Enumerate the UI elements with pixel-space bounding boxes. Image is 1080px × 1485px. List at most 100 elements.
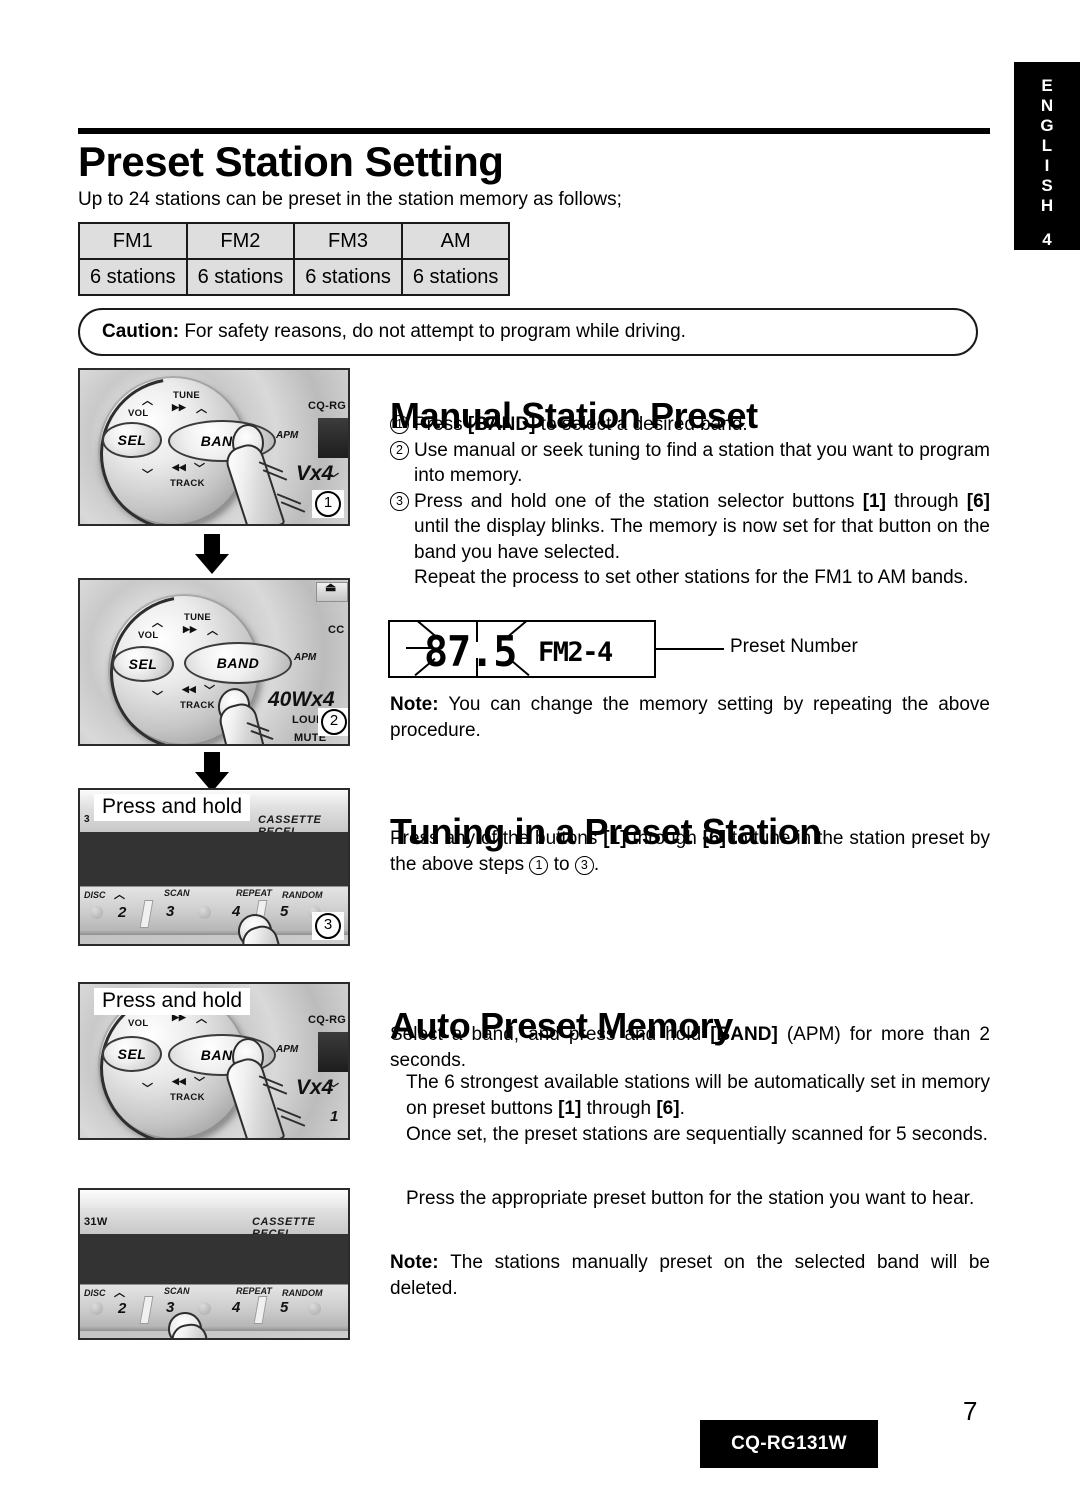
preset-button-3[interactable]: 3 <box>166 903 174 920</box>
band-button[interactable]: BAND <box>184 642 292 684</box>
preset-button-4[interactable]: 4 <box>232 903 240 920</box>
eject-icon: ⏏ <box>325 580 337 594</box>
table-cell: 6 stations <box>400 258 511 296</box>
vol-down-chevron-icon: ﹀ <box>152 691 163 703</box>
tune-up-chevron-icon: ︿ <box>207 625 218 637</box>
language-letter: L <box>1041 136 1053 155</box>
language-letter: E <box>1041 76 1053 95</box>
down-chevron-icon: ﹀ <box>328 473 339 485</box>
preset-button-dot[interactable] <box>308 1302 321 1315</box>
tune-up-chevron-icon: ︿ <box>196 403 207 415</box>
random-label: RANDOM <box>282 890 323 900</box>
callout-leader-line <box>656 648 724 650</box>
step-3: 3 Press and hold one of the station selec… <box>390 489 990 566</box>
title-rule <box>78 128 990 134</box>
lcd-band-preset: FM2-4 <box>538 637 613 668</box>
deck-bottom-rail <box>80 930 348 935</box>
step-1: 1 Press [BAND] to select a desired band. <box>390 412 990 438</box>
preset-button-dot[interactable] <box>198 906 211 919</box>
tuning-text-d: to <box>548 853 575 875</box>
lcd-display-figure: 87.5 FM2-4 Preset Number <box>388 619 858 678</box>
language-letter: S <box>1041 176 1053 195</box>
sel-button[interactable]: SEL <box>102 1036 162 1072</box>
preset-button-dot[interactable] <box>90 906 103 919</box>
preset-button-3[interactable]: 3 <box>166 1299 174 1316</box>
disc-label: DISC <box>84 1288 106 1298</box>
step-ref-from: 1 <box>529 855 549 875</box>
auto-p1-key-1: [1] <box>558 1097 582 1119</box>
repeat-label: REPEAT <box>236 1286 272 1296</box>
table-header-cell: AM <box>400 222 511 260</box>
disc-label: DISC <box>84 890 106 900</box>
tuning-key-6: [6] <box>702 828 726 849</box>
sel-button-label: SEL <box>117 1046 147 1062</box>
step-badge-number: 1 <box>315 491 341 517</box>
step-marker: 2 <box>390 440 409 460</box>
auto-p1-key-6: [6] <box>656 1097 680 1119</box>
illustration-panel-step3: 3 CASSETTE RECEI DISC ︿ SCAN REPEAT RAND… <box>78 788 350 946</box>
display-window <box>318 1032 348 1072</box>
step-3-key-6: [6] <box>966 490 990 512</box>
random-label: RANDOM <box>282 1288 323 1298</box>
auto-preset-intro: Select a band, and press and hold [BAND]… <box>390 1022 990 1073</box>
illustration-panel-press-preset: 31W CASSETTE RECEI DISC ︿ SCAN REPEAT RA… <box>78 1188 350 1340</box>
model-fragment-label: 3 <box>84 814 90 825</box>
down-chevron-icon: ﹀ <box>328 1083 339 1095</box>
step-1-text-b: to select a desired band. <box>535 414 748 435</box>
step-3-key-1: [1] <box>862 490 886 512</box>
tune-forward-icon: ▶▶ <box>172 402 186 412</box>
page-number: 7 <box>963 1396 978 1426</box>
note-label: Note: <box>390 1252 439 1273</box>
track-back-icon: ◀◀ <box>172 1076 186 1086</box>
track-back-icon: ◀◀ <box>182 684 196 694</box>
model-label-fragment: CQ-RG <box>308 400 347 412</box>
table-cell: 6 stations <box>185 258 296 296</box>
preset-button-5[interactable]: 5 <box>280 903 288 920</box>
manual-preset-steps: 1 Press [BAND] to select a desired band. … <box>390 412 990 591</box>
track-down-chevron-icon: ﹀ <box>204 685 215 697</box>
sel-button[interactable]: SEL <box>102 422 162 458</box>
page-subtitle: Up to 24 stations can be preset in the s… <box>78 189 622 210</box>
preset-button-dot[interactable] <box>198 1302 211 1315</box>
model-label-fragment: CQ-RG <box>308 1014 347 1026</box>
step-2-text: Use manual or seek tuning to find a stat… <box>414 439 990 487</box>
repeat-instruction: Repeat the process to set other stations… <box>390 565 990 591</box>
step-marker: 3 <box>390 491 409 511</box>
track-back-icon: ◀◀ <box>172 462 186 472</box>
language-section-tab: E N G L I S H 4 <box>1014 62 1080 250</box>
band-button-label: BAND <box>216 655 260 671</box>
step-badge-number: 3 <box>315 913 341 939</box>
track-label: TRACK <box>170 478 205 489</box>
preset-button-5[interactable]: 5 <box>280 1299 288 1316</box>
disc-up-chevron-icon: ︿ <box>114 889 125 901</box>
tuning-preset-body: Press any of the buttons [1] through [6]… <box>390 826 990 877</box>
auto-preset-note: Note: The stations manually preset on th… <box>390 1250 990 1301</box>
track-down-chevron-icon: ﹀ <box>194 1077 205 1089</box>
model-badge: CQ-RG131W <box>700 1420 878 1468</box>
deck-display-area <box>80 1234 348 1284</box>
preset-button-4[interactable]: 4 <box>232 1299 240 1316</box>
auto-preset-para2: Once set, the preset stations are sequen… <box>406 1124 988 1145</box>
track-label: TRACK <box>170 1092 205 1103</box>
deck-bottom-rail <box>80 1326 348 1331</box>
preset-button-1[interactable]: 1 <box>330 1108 338 1125</box>
sel-button-label: SEL <box>128 656 158 672</box>
band-capacity-table: FM1 FM2 FM3 AM 6 stations 6 stations 6 s… <box>78 222 511 296</box>
sel-button[interactable]: SEL <box>112 646 174 682</box>
preset-button-2[interactable]: 2 <box>118 1300 126 1317</box>
vol-up-chevron-icon: ︿ <box>152 617 163 629</box>
step-marker: 1 <box>390 415 409 434</box>
caution-box: Caution: For safety reasons, do not atte… <box>78 308 978 356</box>
auto-intro-a: Select a band, and press and hold <box>390 1024 711 1045</box>
table-header-cell: FM2 <box>185 222 296 260</box>
press-and-hold-callout: Press and hold <box>94 794 251 821</box>
auto-band-key: [BAND] <box>710 1024 778 1045</box>
tuning-key-1: [1] <box>603 828 627 849</box>
preset-button-dot[interactable] <box>90 1302 103 1315</box>
language-letter: G <box>1040 116 1054 135</box>
disc-up-chevron-icon: ︿ <box>114 1287 125 1299</box>
preset-button-2[interactable]: 2 <box>118 904 126 921</box>
caution-label: Caution: <box>102 321 180 342</box>
sel-button-label: SEL <box>117 432 147 448</box>
display-window <box>318 418 348 458</box>
